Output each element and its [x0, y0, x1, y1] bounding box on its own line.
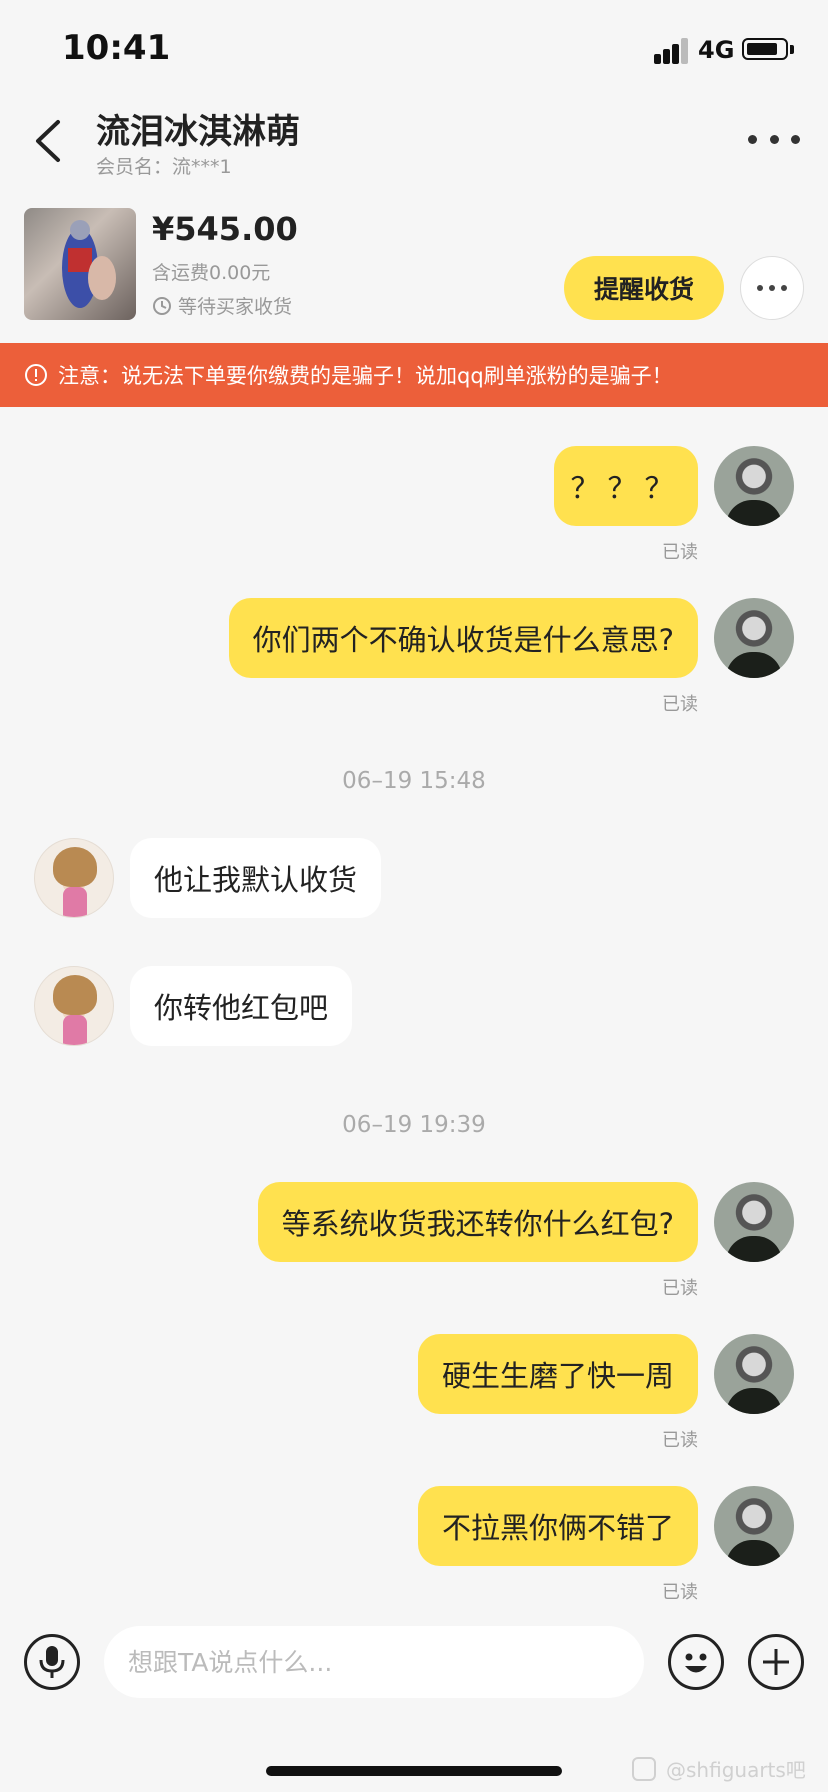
watermark: @shfiguarts吧 [632, 1754, 806, 1783]
order-status: 等待买家收货 [152, 292, 292, 319]
message-bubble[interactable]: ？？？ [554, 446, 698, 526]
my-avatar[interactable] [714, 1182, 794, 1262]
message-input[interactable] [104, 1626, 644, 1698]
weibo-icon [632, 1756, 656, 1781]
home-indicator[interactable] [266, 1766, 562, 1776]
more-options-icon[interactable] [748, 126, 800, 152]
watermark-text: @shfiguarts吧 [666, 1758, 806, 1782]
product-more-button[interactable] [740, 256, 804, 320]
message-bubble[interactable]: 你们两个不确认收货是什么意思? [228, 598, 698, 678]
other-avatar[interactable] [34, 838, 114, 918]
back-icon[interactable] [30, 118, 70, 164]
message-bubble[interactable]: 硬生生磨了快一周 [417, 1334, 698, 1414]
product-price: ¥545.00 [152, 210, 298, 248]
message-bubble[interactable]: 你转他红包吧 [130, 966, 353, 1046]
status-time: 10:41 [62, 28, 171, 68]
battery-icon [742, 38, 788, 60]
time-separator: 06–19 19:39 [342, 1112, 486, 1138]
time-separator: 06–19 15:48 [342, 768, 486, 794]
remind-receipt-button[interactable]: 提醒收货 [564, 256, 724, 320]
battery-cap [790, 45, 794, 54]
my-avatar[interactable] [714, 598, 794, 678]
warning-icon [25, 364, 47, 386]
read-status: 已读 [662, 1278, 698, 1299]
message-bubble[interactable]: 他让我默认收货 [130, 838, 382, 918]
message-bubble[interactable]: 等系统收货我还转你什么红包? [257, 1182, 698, 1262]
read-status: 已读 [662, 694, 698, 715]
warning-text: 注意：说无法下单要你缴费的是骗子！说加qq刷单涨粉的是骗子！ [58, 364, 673, 388]
my-avatar[interactable] [714, 446, 794, 526]
chat-title: 流泪冰淇淋萌 [96, 112, 300, 152]
read-status: 已读 [662, 1430, 698, 1451]
other-avatar[interactable] [34, 966, 114, 1046]
microphone-icon[interactable] [24, 1634, 80, 1690]
read-status: 已读 [662, 542, 698, 563]
status-bar: 10:41 4G [0, 0, 828, 100]
signal-icon [654, 36, 690, 64]
shipping-fee: 含运费0.00元 [152, 262, 271, 284]
member-name: 会员名：流***1 [96, 156, 232, 178]
clock-icon [153, 296, 171, 315]
order-status-label: 等待买家收货 [178, 296, 293, 318]
plus-icon[interactable] [748, 1634, 804, 1690]
emoji-icon[interactable] [668, 1634, 724, 1690]
warning-banner: 注意：说无法下单要你缴费的是骗子！说加qq刷单涨粉的是骗子！ [0, 343, 828, 407]
my-avatar[interactable] [714, 1334, 794, 1414]
network-type: 4G [698, 36, 735, 64]
my-avatar[interactable] [714, 1486, 794, 1566]
message-bubble[interactable]: 不拉黑你俩不错了 [417, 1486, 698, 1566]
read-status: 已读 [662, 1582, 698, 1603]
product-thumbnail[interactable] [24, 208, 136, 320]
